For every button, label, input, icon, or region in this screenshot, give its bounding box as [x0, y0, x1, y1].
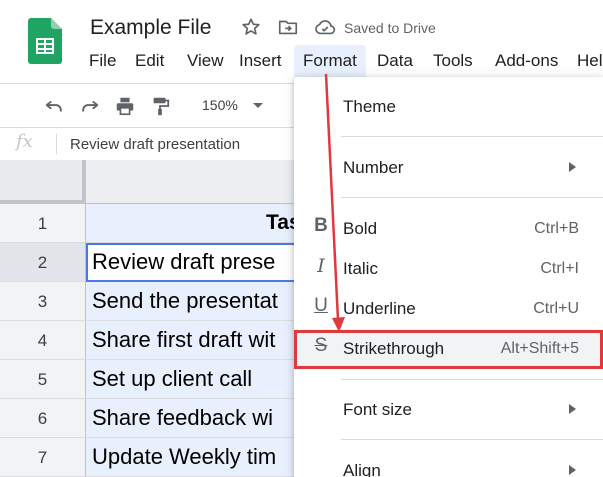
menu-item-label: Bold: [343, 219, 378, 238]
zoom-select[interactable]: 150%: [202, 97, 238, 113]
menu-format[interactable]: Format: [294, 45, 366, 77]
paint-format-icon[interactable]: [149, 95, 171, 117]
menu-item-shortcut: Ctrl+B: [534, 220, 579, 237]
menu-divider: [341, 439, 603, 440]
row-number[interactable]: 7: [0, 438, 86, 477]
menu-divider: [341, 379, 603, 380]
row-number[interactable]: 1: [0, 204, 86, 243]
menu-item-number[interactable]: Number: [294, 148, 603, 186]
formula-input[interactable]: Review draft presentation: [70, 136, 240, 153]
italic-icon: I: [317, 255, 325, 277]
redo-icon[interactable]: [79, 95, 101, 117]
menu-item-shortcut: Ctrl+I: [540, 260, 579, 277]
menu-item-italic[interactable]: I Italic Ctrl+I: [294, 249, 603, 287]
row-number[interactable]: 2: [0, 243, 86, 282]
menu-item-align[interactable]: Align: [294, 451, 603, 477]
submenu-arrow-icon: [569, 404, 576, 414]
menu-item-label: Number: [343, 158, 404, 177]
saved-status: Saved to Drive: [344, 20, 436, 36]
row-number[interactable]: 4: [0, 321, 86, 360]
select-all-corner[interactable]: [0, 160, 86, 204]
menu-view[interactable]: View: [178, 45, 233, 77]
menu-file[interactable]: File: [80, 45, 125, 77]
menu-item-label: Underline: [343, 299, 416, 318]
menu-data[interactable]: Data: [368, 45, 422, 77]
row-number[interactable]: 3: [0, 282, 86, 321]
row-number[interactable]: 6: [0, 399, 86, 438]
menu-item-label: Font size: [343, 400, 412, 419]
menu-item-underline[interactable]: U Underline Ctrl+U: [294, 289, 603, 327]
menu-divider: [341, 136, 603, 137]
menu-item-bold[interactable]: B Bold Ctrl+B: [294, 209, 603, 247]
menu-item-font-size[interactable]: Font size: [294, 390, 603, 428]
submenu-arrow-icon: [569, 465, 576, 475]
chevron-down-icon[interactable]: [253, 103, 263, 108]
menu-item-label: Align: [343, 461, 381, 477]
underline-icon: U: [314, 295, 328, 316]
cloud-done-icon: [315, 20, 336, 35]
print-icon[interactable]: [114, 95, 136, 117]
undo-icon[interactable]: [43, 95, 65, 117]
formula-separator: [56, 134, 57, 154]
sheets-logo-icon[interactable]: [28, 18, 62, 64]
document-title[interactable]: Example File: [90, 16, 211, 40]
menu-item-shortcut: Ctrl+U: [533, 300, 579, 317]
row-number[interactable]: 5: [0, 360, 86, 399]
move-to-folder-icon[interactable]: [277, 16, 299, 38]
menu-divider: [341, 197, 603, 198]
submenu-arrow-icon: [569, 162, 576, 172]
menu-insert[interactable]: Insert: [230, 45, 291, 77]
format-menu-dropdown: Theme Number B Bold Ctrl+B I Italic Ctrl…: [294, 77, 603, 477]
menu-item-label: Italic: [343, 259, 378, 278]
bold-icon: B: [314, 215, 328, 236]
menu-help[interactable]: Hel: [568, 45, 603, 77]
annotation-highlight-box: [294, 330, 603, 369]
menu-edit[interactable]: Edit: [126, 45, 173, 77]
menu-item-label: Theme: [343, 97, 396, 116]
star-icon[interactable]: [240, 16, 262, 38]
menu-item-theme[interactable]: Theme: [294, 87, 603, 125]
menu-tools[interactable]: Tools: [424, 45, 482, 77]
fx-icon: fx: [16, 131, 33, 152]
menu-addons[interactable]: Add-ons: [486, 45, 567, 77]
